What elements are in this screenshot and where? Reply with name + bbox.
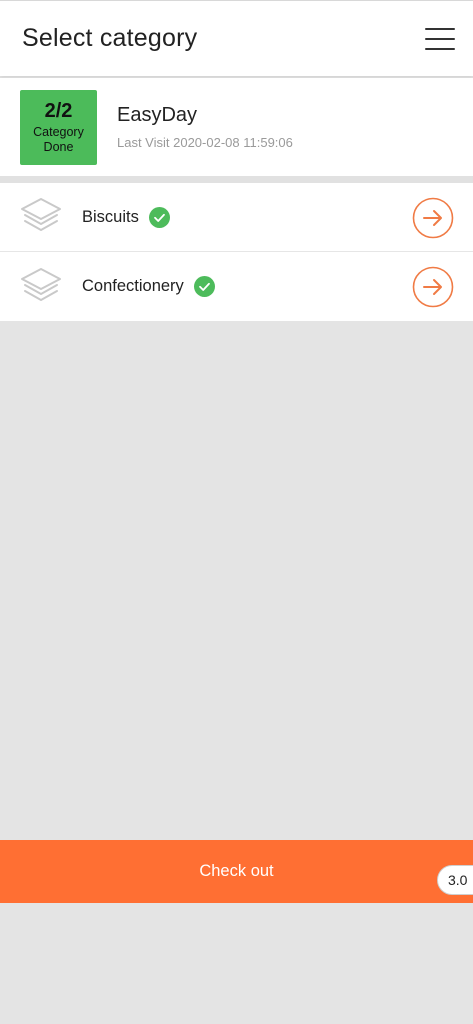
category-name: Biscuits (82, 207, 139, 226)
last-visit-text: Last Visit 2020-02-08 11:59:06 (117, 135, 293, 150)
checkout-button[interactable]: Check out (0, 840, 473, 903)
page-title: Select category (22, 24, 198, 52)
check-circle-icon (148, 206, 170, 228)
progress-label: Category Done (33, 124, 84, 154)
category-progress-badge: 2/2 Category Done (20, 89, 97, 165)
store-name: EasyDay (117, 104, 198, 126)
category-row-biscuits[interactable]: Biscuits (0, 183, 473, 252)
store-info: EasyDay Last Visit 2020-02-08 11:59:06 (117, 104, 293, 150)
layers-icon (19, 195, 63, 239)
version-badge: 3.0 (437, 865, 473, 895)
arrow-right-circle-icon[interactable] (412, 266, 454, 308)
store-card: 2/2 Category Done EasyDay Last Visit 202… (0, 78, 473, 176)
section-divider (0, 176, 473, 183)
layers-icon (19, 265, 63, 309)
arrow-right-circle-icon[interactable] (412, 197, 454, 239)
app-header: Select category (0, 0, 473, 76)
category-name: Confectionery (82, 277, 184, 295)
hamburger-menu-icon[interactable] (425, 26, 455, 52)
category-list: Biscuits Confectionery (0, 183, 473, 321)
progress-count: 2/2 (44, 99, 73, 122)
category-row-confectionery[interactable]: Confectionery (0, 252, 473, 321)
check-circle-icon (193, 276, 215, 297)
